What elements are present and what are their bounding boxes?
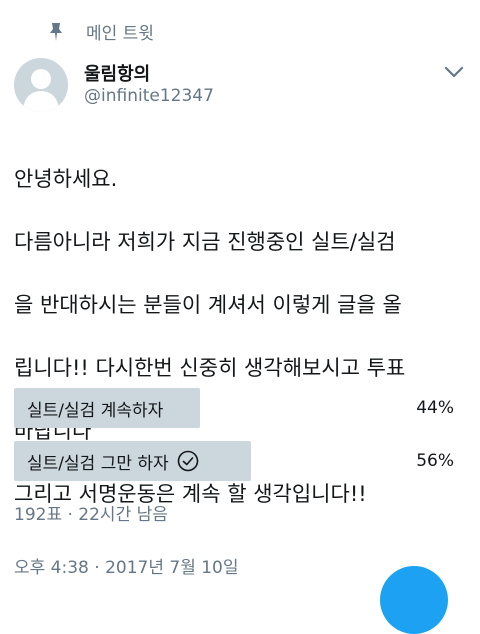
tweet-line: 을 반대하시는 분들이 계셔서 이렇게 글을 올 — [14, 292, 402, 317]
poll-option-label: 실트/실검 그만 하자 — [27, 453, 169, 474]
compose-tweet-button[interactable] — [380, 566, 448, 634]
poll-option-percent: 56% — [416, 451, 454, 471]
tweet-line: 안녕하세요. — [14, 166, 118, 191]
pin-icon — [50, 23, 62, 41]
poll-option-label: 실트/실검 계속하자 — [27, 400, 164, 421]
default-avatar-icon — [23, 69, 59, 112]
chevron-down-icon — [444, 66, 464, 78]
tweet-line: 다름아니라 저희가 지금 진행중인 실트/실검 — [14, 229, 396, 254]
author-handle[interactable]: @infinite12347 — [84, 86, 214, 106]
poll-meta: 192표 · 22시간 남음 — [14, 505, 168, 525]
tweet-timestamp[interactable]: 오후 4:38 · 2017년 7월 10일 — [14, 553, 239, 578]
pinned-tweet-header: 메인 트윗 — [50, 18, 154, 44]
pinned-label: 메인 트윗 — [86, 23, 154, 44]
author-display-name[interactable]: 울림항의 — [84, 60, 150, 86]
poll-option-label-wrap: 실트/실검 그만 하자 — [27, 441, 199, 481]
tweet-line: 립니다!! 다시한번 신중히 생각해보시고 투표 — [14, 355, 406, 380]
poll-option-percent: 44% — [416, 398, 454, 418]
poll-option[interactable]: 실트/실검 그만 하자 56% — [14, 441, 470, 481]
tweet-menu-button[interactable] — [440, 60, 468, 84]
poll-option[interactable]: 실트/실검 계속하자 44% — [14, 388, 470, 428]
avatar[interactable] — [14, 58, 68, 112]
check-circle-icon — [177, 450, 198, 472]
